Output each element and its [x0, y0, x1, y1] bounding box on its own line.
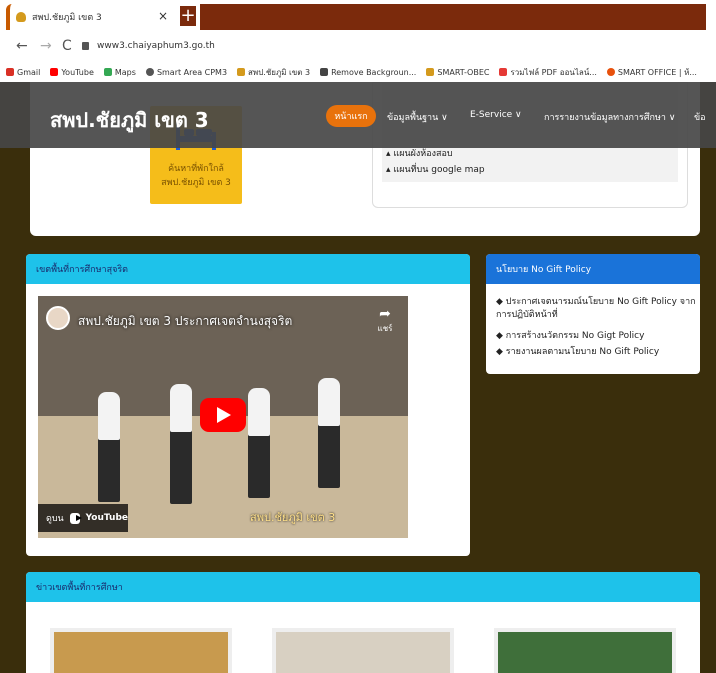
- bookmark-smart-office[interactable]: SMART OFFICE | ห้...: [606, 66, 697, 79]
- policy-link[interactable]: ◆ การสร้างนวัตกรรม No Gigt Policy: [496, 330, 696, 343]
- integrity-card-heading: เขตพื้นที่การศึกษาสุจริต: [26, 254, 470, 284]
- bookmark-pdf[interactable]: รวมไฟล์ PDF ออนไลน์...: [499, 66, 597, 79]
- policy-link[interactable]: ◆ รายงานผลตามนโยบาย No Gift Policy: [496, 346, 696, 359]
- nav-more[interactable]: ข้อ: [694, 110, 706, 124]
- site-favicon-icon: [426, 68, 435, 76]
- video-caption: สพป.ชัยภูมิ เขต 3: [250, 511, 336, 524]
- bookmark-smart-obec[interactable]: SMART-OBEC: [426, 68, 489, 77]
- link-exam-room-map[interactable]: ▴ แผนผังห้องสอบ: [386, 146, 453, 160]
- remove-bg-icon: [320, 68, 329, 76]
- video-person-shirt: [98, 392, 120, 440]
- bookmark-maps[interactable]: Maps: [103, 68, 136, 77]
- policy-link[interactable]: ◆ ประกาศเจตนารมณ์นโยบาย No Gift Policy จ…: [496, 296, 696, 322]
- video-person-shirt: [318, 378, 340, 426]
- link-icon: ◆: [496, 297, 506, 307]
- play-icon: [217, 407, 231, 423]
- reload-icon[interactable]: C: [62, 38, 72, 54]
- nav-education-report[interactable]: การรายงานข้อมูลทางการศึกษา ∨: [544, 110, 675, 124]
- bookmarks-bar: Gmail YouTube Maps Smart Area CPM3 สพป.ช…: [0, 62, 716, 82]
- url-field[interactable]: www3.chaiyaphum3.go.th: [82, 36, 382, 56]
- news-thumbnail[interactable]: [50, 628, 232, 673]
- nav-e-service[interactable]: E-Service ∨: [470, 110, 522, 120]
- nav-home-button[interactable]: หน้าแรก: [326, 105, 376, 127]
- link-icon: ◆: [496, 331, 506, 341]
- hotel-search-label: ค้นหาที่พักใกล้ สพป.ชัยภูมิ เขต 3: [161, 164, 231, 188]
- maps-icon: [103, 68, 112, 76]
- lock-icon: [82, 42, 89, 50]
- news-thumbnail[interactable]: [494, 628, 676, 673]
- site-favicon-icon: [16, 12, 26, 22]
- bookmark-youtube[interactable]: YouTube: [50, 68, 94, 77]
- bookmark-remove-bg[interactable]: Remove Backgroun...: [320, 68, 416, 77]
- bookmark-spp[interactable]: สพป.ชัยภูมิ เขต 3: [237, 66, 310, 79]
- channel-avatar[interactable]: [46, 306, 70, 330]
- youtube-icon: [69, 512, 82, 524]
- policy-card-heading: นโยบาย No Gift Policy: [486, 254, 700, 284]
- video-person-shirt: [248, 388, 270, 436]
- forward-arrow-icon[interactable]: →: [40, 38, 52, 54]
- video-person-shirt: [170, 384, 192, 432]
- watch-on-youtube-button[interactable]: ดูบน YouTube: [38, 504, 128, 532]
- bookmark-smart-area[interactable]: Smart Area CPM3: [145, 68, 227, 77]
- globe-icon: [145, 68, 154, 76]
- site-favicon-icon: [237, 68, 246, 76]
- site-title[interactable]: สพป.ชัยภูมิ เขต 3: [50, 104, 209, 136]
- tab-close-icon[interactable]: ×: [158, 9, 168, 23]
- back-arrow-icon[interactable]: ←: [16, 38, 28, 54]
- gmail-icon: [6, 68, 14, 76]
- new-tab-button[interactable]: +: [180, 6, 196, 26]
- link-icon: ◆: [496, 347, 506, 357]
- news-card-heading: ข่าวเขตพื้นที่การศึกษา: [26, 572, 700, 602]
- link-google-map[interactable]: ▴ แผนที่บน google map: [386, 162, 485, 176]
- share-icon: ➦: [379, 306, 391, 322]
- news-thumbnail[interactable]: [272, 628, 454, 673]
- tab-title: สพป.ชัยภูมิ เขต 3: [32, 13, 102, 23]
- browser-tab[interactable]: สพป.ชัยภูมิ เขต 3 ×: [6, 4, 176, 30]
- share-button[interactable]: ➦ แชร์: [368, 306, 402, 344]
- bookmark-gmail[interactable]: Gmail: [6, 68, 40, 77]
- tab-strip-bar: [200, 4, 706, 30]
- youtube-icon: [50, 68, 59, 76]
- video-title[interactable]: สพป.ชัยภูมิ เขต 3 ประกาศเจตจำนงสุจริต: [78, 312, 292, 331]
- url-text: www3.chaiyaphum3.go.th: [97, 41, 215, 51]
- pdf-icon: [499, 68, 508, 76]
- nav-basic-info[interactable]: ข้อมูลพื้นฐาน ∨: [387, 110, 448, 124]
- office-icon: [606, 68, 615, 76]
